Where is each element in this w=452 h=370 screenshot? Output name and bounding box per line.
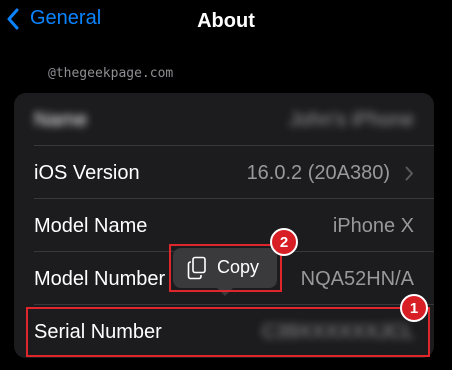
row-name[interactable]: Name John's iPhone bbox=[14, 93, 434, 146]
row-ios-version[interactable]: iOS Version 16.0.2 (20A380) bbox=[14, 146, 434, 199]
page-title: About bbox=[197, 10, 255, 32]
row-label: iOS Version bbox=[34, 162, 140, 184]
row-label: Model Name bbox=[34, 215, 148, 237]
watermark: @thegeekpage.com bbox=[48, 66, 174, 81]
row-value: NQA52HN/A bbox=[300, 268, 414, 290]
navigation-bar: General About bbox=[0, 0, 452, 48]
step-badge-1: 1 bbox=[400, 294, 428, 322]
row-label: Model Number bbox=[34, 268, 166, 290]
row-value: iPhone X bbox=[332, 215, 414, 237]
row-value: John's iPhone bbox=[288, 109, 414, 131]
row-label: Name bbox=[34, 109, 88, 131]
copy-highlight-box bbox=[169, 244, 282, 292]
chevron-right-icon bbox=[405, 166, 413, 181]
step-badge-2: 2 bbox=[270, 228, 298, 256]
serial-number-highlight-box bbox=[26, 307, 430, 357]
row-value: 16.0.2 (20A380) bbox=[246, 162, 390, 184]
